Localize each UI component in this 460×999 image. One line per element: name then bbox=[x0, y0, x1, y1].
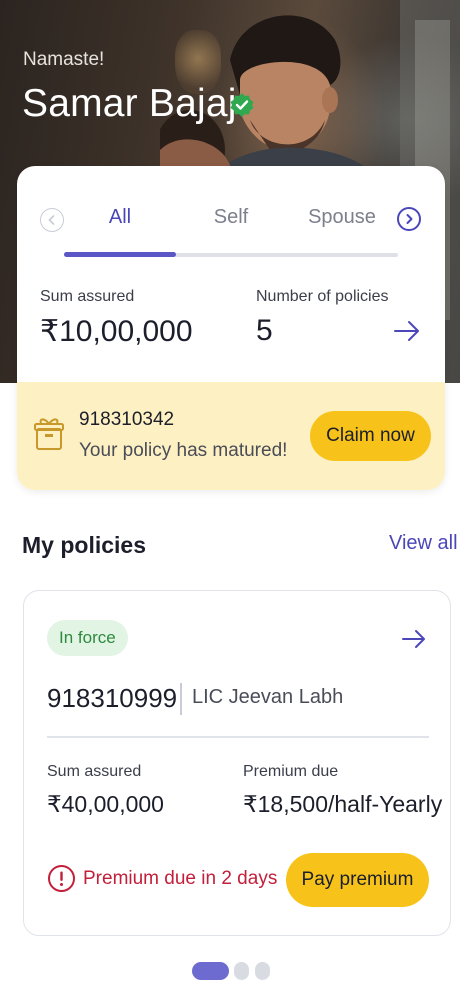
chevron-left-icon bbox=[48, 215, 55, 225]
tab-self[interactable]: Self bbox=[186, 206, 276, 229]
alert-circle-icon bbox=[48, 865, 75, 892]
matured-policy-banner: 918310342 Your policy has matured! Claim… bbox=[17, 382, 445, 490]
tabs-prev-button[interactable] bbox=[40, 208, 64, 232]
tab-all[interactable]: All bbox=[75, 206, 165, 229]
premium-due-alert: Premium due in 2 days bbox=[83, 868, 278, 889]
pager-dot[interactable] bbox=[255, 962, 270, 980]
policies-count-label: Number of policies bbox=[256, 288, 389, 305]
greeting-text: Namaste! bbox=[23, 49, 105, 70]
pager-dot-active[interactable] bbox=[192, 962, 229, 980]
policies-count-value: 5 bbox=[256, 314, 273, 347]
verified-check-icon bbox=[230, 93, 254, 117]
gift-box-icon bbox=[34, 418, 64, 450]
policy-number: 918310999 bbox=[47, 683, 178, 713]
divider bbox=[180, 683, 182, 715]
policy-sum-assured-value: ₹40,00,000 bbox=[47, 791, 164, 817]
tabs-next-button[interactable] bbox=[397, 207, 421, 231]
tab-spouse[interactable]: Spouse bbox=[297, 206, 387, 229]
matured-message: Your policy has matured! bbox=[79, 440, 288, 461]
policy-sum-assured-label: Sum assured bbox=[47, 763, 142, 780]
premium-frequency: /half-Yearly bbox=[327, 791, 443, 817]
chevron-right-icon bbox=[406, 214, 413, 224]
premium-due-label: Premium due bbox=[243, 763, 339, 780]
view-all-link[interactable]: View all bbox=[389, 532, 458, 555]
policy-plan-name: LIC Jeevan Labh bbox=[192, 686, 344, 708]
relation-tabs: All Self Spouse bbox=[17, 166, 445, 266]
arrow-right-icon[interactable] bbox=[392, 319, 422, 343]
arrow-right-icon[interactable] bbox=[400, 628, 428, 650]
tab-active-indicator bbox=[64, 252, 176, 257]
pay-premium-button[interactable]: Pay premium bbox=[286, 853, 429, 907]
premium-amount: ₹18,500 bbox=[243, 791, 328, 817]
policy-summary-card: All Self Spouse Sum assured ₹10,00,000 N… bbox=[17, 166, 445, 490]
sum-assured-value: ₹10,00,000 bbox=[40, 315, 193, 348]
matured-policy-number: 918310342 bbox=[79, 409, 175, 430]
premium-due-value: ₹18,500/half-Yearly bbox=[243, 791, 442, 818]
divider bbox=[47, 736, 429, 738]
policy-card[interactable]: In force 918310999 LIC Jeevan Labh Sum a… bbox=[23, 590, 451, 936]
pager-dot[interactable] bbox=[234, 962, 249, 980]
claim-now-button[interactable]: Claim now bbox=[310, 411, 431, 461]
sum-assured-label: Sum assured bbox=[40, 288, 135, 305]
status-badge: In force bbox=[47, 620, 128, 656]
user-name: Samar Bajaj bbox=[22, 82, 237, 125]
my-policies-title: My policies bbox=[22, 532, 146, 558]
